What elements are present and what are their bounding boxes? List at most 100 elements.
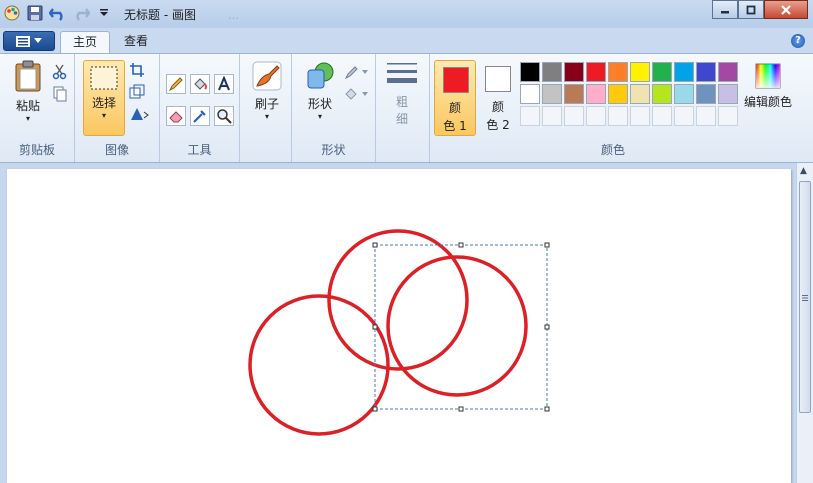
palette-color[interactable] [630, 84, 650, 104]
pencil-icon [168, 77, 183, 92]
color2-label-line2: 色 2 [486, 118, 510, 132]
document-title: 无标题 - 画图 [124, 8, 196, 22]
group-label-clipboard: 剪贴板 [18, 143, 55, 157]
palette-color[interactable] [586, 84, 606, 104]
palette-color[interactable] [608, 84, 628, 104]
palette-color[interactable] [652, 62, 672, 82]
group-size: 粗 细 [376, 54, 430, 162]
size-button[interactable]: 粗 细 [382, 60, 422, 127]
edit-colors-button[interactable]: 编辑颜色 [740, 62, 796, 110]
group-label-image: 图像 [104, 143, 129, 157]
shapes-button[interactable]: 形状 ▾ [300, 60, 340, 121]
scroll-up-icon[interactable]: ▲ [800, 166, 807, 176]
palette-color[interactable] [520, 84, 540, 104]
color1-button[interactable]: 颜 色 1 [434, 60, 476, 136]
drawing-canvas[interactable] [7, 169, 791, 483]
chevron-down-icon: ▾ [317, 112, 322, 121]
workspace: ▲ [0, 163, 813, 483]
palette-color[interactable] [630, 62, 650, 82]
chevron-down-icon: ▾ [101, 111, 106, 120]
size-label-line2: 细 [395, 112, 408, 126]
outline-button[interactable] [342, 62, 370, 82]
group-tools: 工具 [160, 54, 240, 162]
palette-custom-slot[interactable] [696, 106, 716, 126]
undo-icon[interactable] [48, 3, 68, 23]
resize-icon [129, 84, 145, 99]
color2-button[interactable]: 颜 色 2 [480, 60, 516, 136]
palette-color[interactable] [674, 62, 694, 82]
palette-color[interactable] [564, 84, 584, 104]
select-label: 选择 [91, 96, 116, 110]
color-spectrum-icon [755, 63, 781, 89]
palette-custom-slot[interactable] [718, 106, 738, 126]
window-title: 无标题 - 画图 ... [124, 6, 239, 23]
pencil-tool[interactable] [166, 74, 186, 94]
palette-color[interactable] [542, 62, 562, 82]
palette-color[interactable] [586, 62, 606, 82]
help-icon[interactable]: ? [791, 34, 805, 48]
magnifier-icon [217, 109, 232, 124]
cut-button[interactable] [50, 62, 70, 82]
eraser-tool[interactable] [166, 106, 186, 126]
fill-button[interactable] [342, 84, 370, 104]
copy-button[interactable] [50, 84, 70, 104]
palette-custom-slot[interactable] [630, 106, 650, 126]
magnifier-tool[interactable] [214, 106, 234, 126]
palette-color[interactable] [718, 84, 738, 104]
resize-button[interactable] [127, 82, 147, 102]
app-menu-icon [16, 35, 30, 47]
fill-tool[interactable] [190, 74, 210, 94]
color-picker-tool[interactable] [190, 106, 210, 126]
blurred-text: ... [227, 8, 240, 22]
chevron-down-icon [34, 38, 42, 43]
palette-color[interactable] [696, 62, 716, 82]
redo-icon[interactable] [71, 3, 91, 23]
vertical-scrollbar[interactable]: ▲ [796, 163, 813, 483]
maximize-button[interactable] [738, 0, 764, 19]
palette-custom-slot[interactable] [542, 106, 562, 126]
palette-custom-slot[interactable] [608, 106, 628, 126]
scrollbar-thumb[interactable] [799, 181, 811, 413]
palette-custom-slot[interactable] [652, 106, 672, 126]
minimize-button[interactable] [712, 0, 738, 19]
crop-button[interactable] [127, 60, 147, 80]
text-tool[interactable] [214, 74, 234, 94]
brushes-button[interactable]: 刷子 ▾ [248, 60, 286, 121]
palette-color[interactable] [520, 62, 540, 82]
group-brushes: 刷子 ▾ [240, 54, 292, 162]
palette-color[interactable] [608, 62, 628, 82]
palette-color[interactable] [542, 84, 562, 104]
drawn-circle [248, 294, 390, 436]
group-clipboard: 粘贴 ▾ 剪贴板 [0, 54, 75, 162]
tab-home[interactable]: 主页 [60, 31, 111, 53]
canvas-drawing [248, 229, 550, 436]
color1-label-line2: 色 1 [443, 119, 467, 133]
close-button[interactable] [764, 0, 808, 19]
tab-view[interactable]: 查看 [112, 31, 160, 53]
palette-custom-slot[interactable] [564, 106, 584, 126]
palette-custom-slot[interactable] [674, 106, 694, 126]
chevron-down-icon: ▾ [25, 114, 30, 123]
group-shapes: 形状 ▾ 形状 [292, 54, 376, 162]
palette-color[interactable] [564, 62, 584, 82]
save-icon[interactable] [25, 3, 45, 23]
palette-color[interactable] [674, 84, 694, 104]
maximize-icon [746, 5, 756, 14]
paste-button[interactable]: 粘贴 ▾ [8, 60, 48, 136]
rotate-button[interactable] [127, 104, 153, 124]
palette-custom-slot[interactable] [586, 106, 606, 126]
palette-custom-slot[interactable] [520, 106, 540, 126]
palette-color[interactable] [696, 84, 716, 104]
select-button[interactable]: 选择 ▾ [83, 60, 125, 136]
brush-icon [252, 61, 282, 91]
paint-bucket-icon [194, 78, 207, 90]
shapes-icon [307, 62, 334, 89]
paint-app-icon[interactable] [2, 3, 22, 23]
qat-dropdown-icon[interactable] [94, 3, 114, 23]
outline-pen-icon [344, 66, 368, 80]
title-bar: 无标题 - 画图 ... [0, 0, 813, 28]
palette-color[interactable] [718, 62, 738, 82]
palette-color[interactable] [652, 84, 672, 104]
line-width-icon [387, 63, 417, 83]
app-menu-button[interactable] [3, 31, 55, 51]
